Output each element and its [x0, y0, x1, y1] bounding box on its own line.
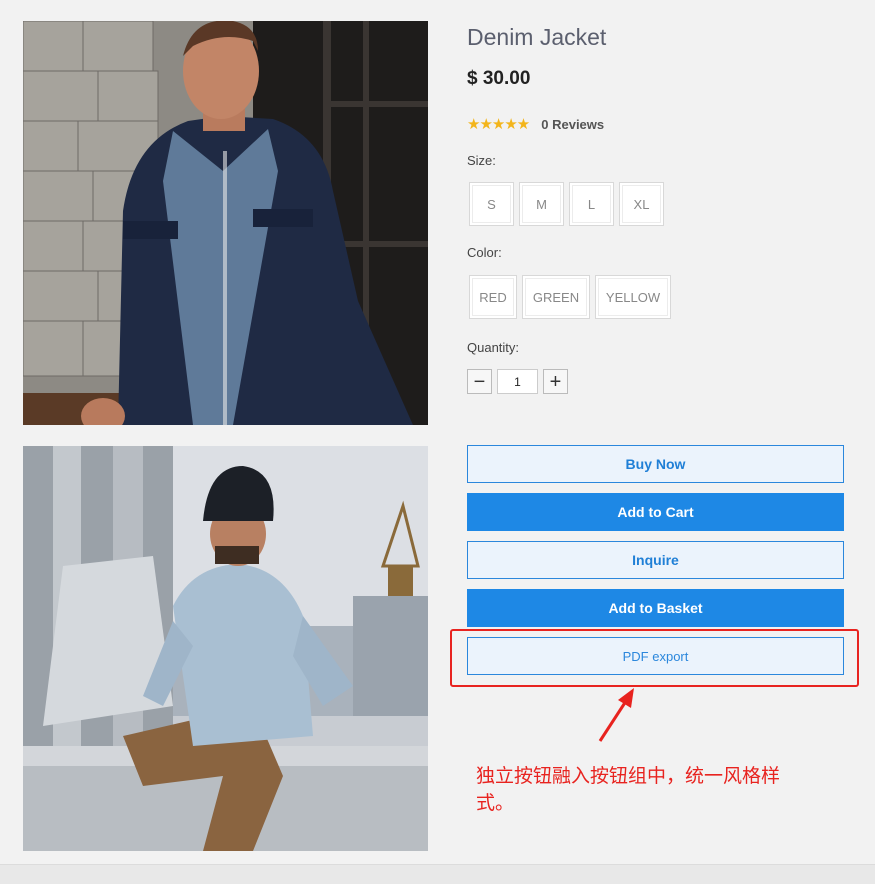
- add-to-cart-button[interactable]: Add to Cart: [467, 493, 844, 531]
- highlight-box: [450, 629, 859, 687]
- size-option-xl[interactable]: XL: [619, 182, 664, 226]
- inquire-button[interactable]: Inquire: [467, 541, 844, 579]
- color-option-green[interactable]: GREEN: [522, 275, 590, 319]
- quantity-label: Quantity:: [467, 340, 520, 355]
- color-options: RED GREEN YELLOW: [469, 275, 671, 319]
- minus-icon[interactable]: −: [467, 369, 492, 394]
- reviews-link[interactable]: 0 Reviews: [541, 117, 604, 132]
- product-title: Denim Jacket: [467, 24, 607, 50]
- plus-icon[interactable]: +: [543, 369, 568, 394]
- product-page: Denim Jacket $ 30.00 ★★★★★ 0 Reviews Siz…: [0, 0, 875, 864]
- size-option-s[interactable]: S: [469, 182, 514, 226]
- add-to-basket-button[interactable]: Add to Basket: [467, 589, 844, 627]
- annotation-note: 独立按钮融入按钮组中，统一风格样式。: [476, 765, 781, 814]
- rating: ★★★★★ 0 Reviews: [467, 115, 604, 133]
- size-options: S M L XL: [469, 182, 664, 226]
- buy-now-button[interactable]: Buy Now: [467, 445, 844, 483]
- size-option-m[interactable]: M: [519, 182, 564, 226]
- quantity-input[interactable]: [497, 369, 538, 394]
- product-photo-light-jacket[interactable]: [23, 446, 428, 851]
- color-option-yellow[interactable]: YELLOW: [595, 275, 671, 319]
- color-option-red[interactable]: RED: [469, 275, 517, 319]
- color-label: Color:: [467, 245, 502, 260]
- footer-strip: [0, 864, 875, 884]
- annotation-arrow-icon: [598, 688, 634, 742]
- product-photo-dark-jacket[interactable]: [23, 21, 428, 425]
- product-price: $ 30.00: [467, 68, 531, 89]
- quantity-stepper: − +: [467, 369, 568, 394]
- size-label: Size:: [467, 153, 496, 168]
- size-option-l[interactable]: L: [569, 182, 614, 226]
- star-rating-icon: ★★★★★: [467, 116, 530, 133]
